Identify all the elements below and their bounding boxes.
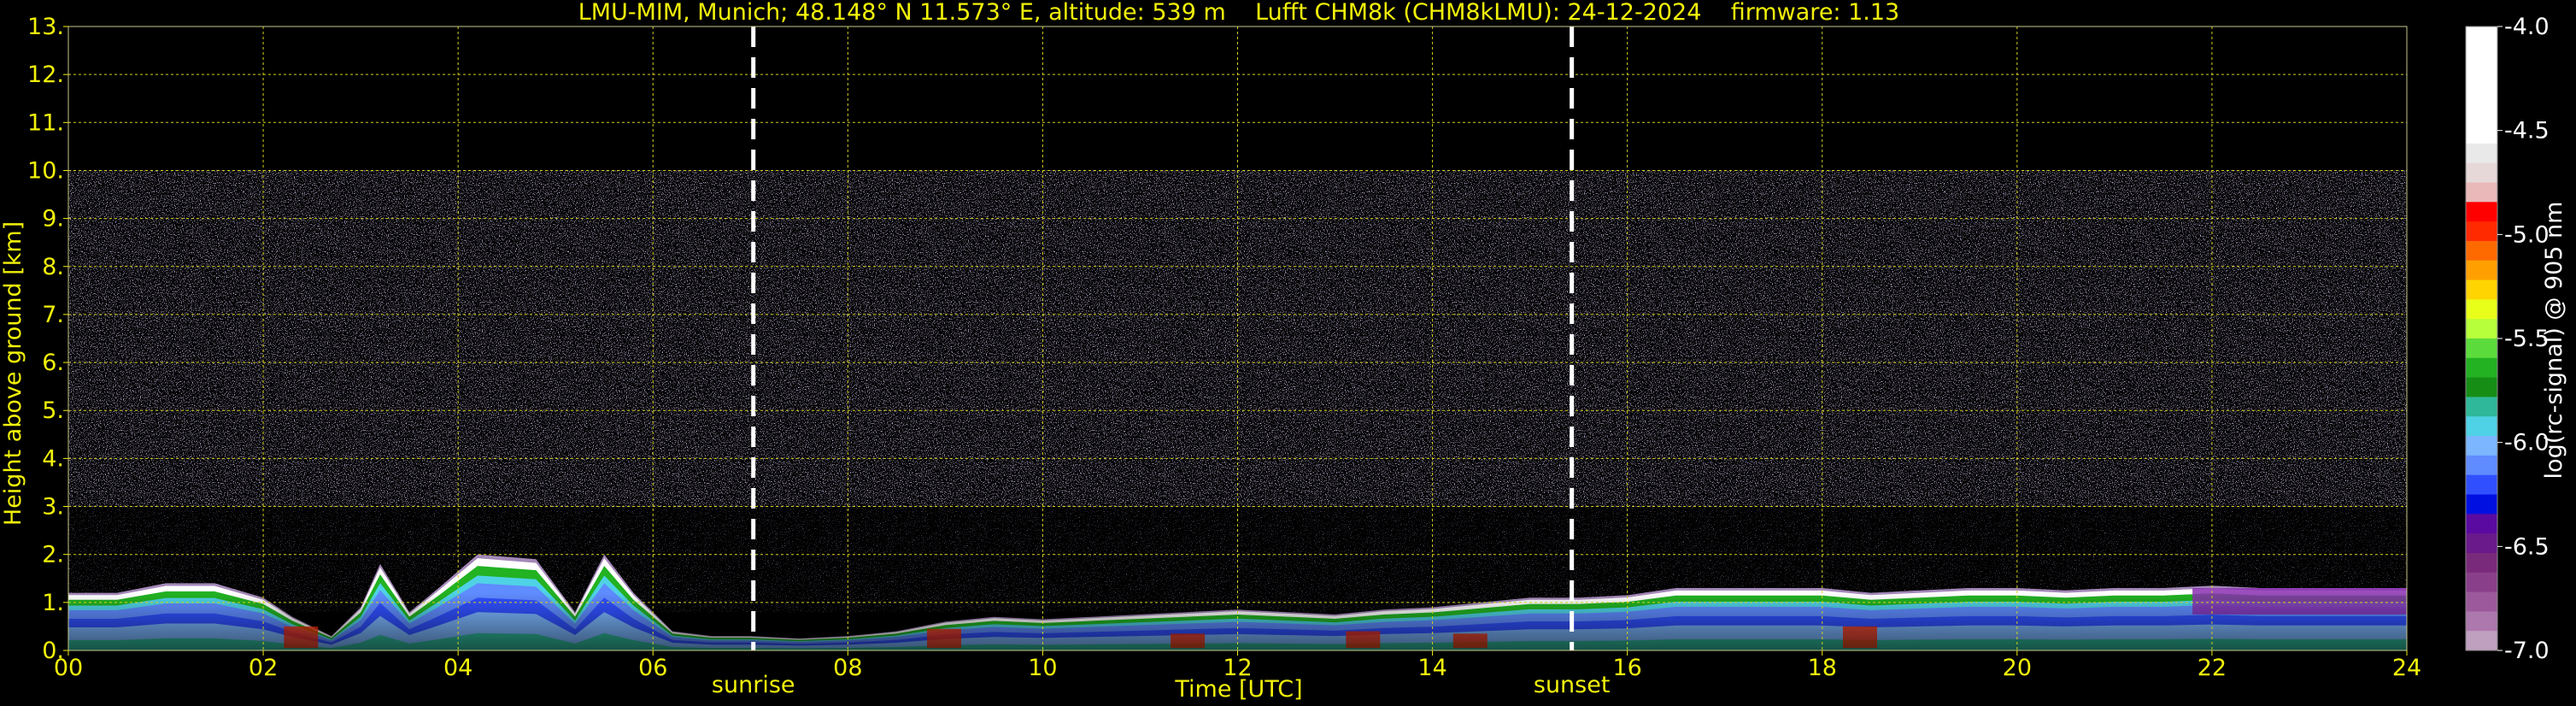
y-tick-label: 9. <box>42 206 64 232</box>
signal-noise-region <box>68 170 2407 507</box>
chart-title: LMU-MIM, Munich; 48.148° N 11.573° E, al… <box>578 0 1899 26</box>
colorbar-tick-label: -7.0 <box>2504 638 2550 664</box>
colorbar-swatch <box>2466 202 2497 222</box>
sunrise-label: sunrise <box>712 672 795 698</box>
colorbar-swatch <box>2466 377 2497 397</box>
colorbar-swatch <box>2466 357 2497 379</box>
x-tick-label: 20 <box>2003 655 2032 681</box>
y-tick-label: 11. <box>27 109 64 136</box>
x-tick-label: 08 <box>833 655 862 681</box>
x-tick-label: 04 <box>443 655 472 681</box>
colorbar-swatch <box>2466 611 2497 632</box>
y-tick-label: 1. <box>42 590 64 616</box>
colorbar-swatch <box>2466 514 2497 534</box>
y-axis-label: Height above ground [km] <box>0 221 26 526</box>
y-tick-label: 13. <box>27 14 64 40</box>
colorbar-swatch <box>2466 240 2497 262</box>
colorbar-tick-label: -6.5 <box>2504 533 2550 560</box>
x-tick-label: 14 <box>1417 655 1446 681</box>
y-tick-label: 8. <box>42 254 64 280</box>
y-tick-label: 12. <box>27 62 64 88</box>
colorbar-swatch <box>2466 162 2497 183</box>
colorbar-swatch <box>2466 474 2497 495</box>
colorbar-swatch <box>2466 65 2497 85</box>
colorbar-swatch <box>2466 631 2497 651</box>
colorbar-swatch <box>2466 26 2497 47</box>
y-tick-label: 2. <box>42 542 64 568</box>
colorbar-swatch <box>2466 455 2497 476</box>
colorbar-swatch <box>2466 338 2497 359</box>
colorbar-swatch <box>2466 397 2497 417</box>
colorbar-swatch <box>2466 221 2497 242</box>
colorbar-tick-label: -4.0 <box>2504 14 2550 40</box>
colorbar-swatch <box>2466 279 2497 300</box>
x-tick-label: 24 <box>2392 655 2421 681</box>
colorbar-swatch <box>2466 552 2497 574</box>
colorbar-swatch <box>2466 45 2497 67</box>
colorbar-tick-label: -4.5 <box>2504 118 2550 144</box>
x-tick-label: 16 <box>1612 655 1641 681</box>
x-tick-label: 18 <box>1808 655 1837 681</box>
colorbar-swatch <box>2466 104 2497 125</box>
y-tick-label: 4. <box>42 445 64 472</box>
y-tick-label: 7. <box>42 302 64 328</box>
colorbar-swatch <box>2466 533 2497 554</box>
y-tick-label: 6. <box>42 350 64 376</box>
colorbar-swatch <box>2466 260 2497 281</box>
y-tick-label: 5. <box>42 397 64 424</box>
x-axis-label: Time [UTC] <box>1174 676 1302 703</box>
y-tick-label: 3. <box>42 494 64 521</box>
colorbar-swatch <box>2466 124 2497 144</box>
x-tick-label: 02 <box>249 655 278 681</box>
colorbar-swatch <box>2466 143 2497 164</box>
x-tick-label: 06 <box>638 655 667 681</box>
colorbar-swatch <box>2466 85 2497 105</box>
colorbar-swatch <box>2466 299 2497 320</box>
colorbar-label: log(rc-signal) @ 905 nm <box>2541 202 2567 479</box>
sunset-label: sunset <box>1534 672 1611 698</box>
x-tick-label: 00 <box>54 655 83 681</box>
colorbar-swatch <box>2466 436 2497 456</box>
x-tick-label: 10 <box>1028 655 1057 681</box>
colorbar-swatch <box>2466 572 2497 593</box>
y-tick-label: 10. <box>27 157 64 184</box>
colorbar-swatch <box>2466 416 2497 437</box>
colorbar-swatch <box>2466 494 2497 515</box>
x-tick-label: 22 <box>2198 655 2227 681</box>
ceilometer-figure: sunrise sunset 0.1.2.3.4.5.6.7.8.9.10.11.… <box>0 0 2576 706</box>
colorbar-swatch <box>2466 182 2497 203</box>
colorbar-swatch <box>2466 591 2497 612</box>
colorbar-swatch <box>2466 319 2497 339</box>
